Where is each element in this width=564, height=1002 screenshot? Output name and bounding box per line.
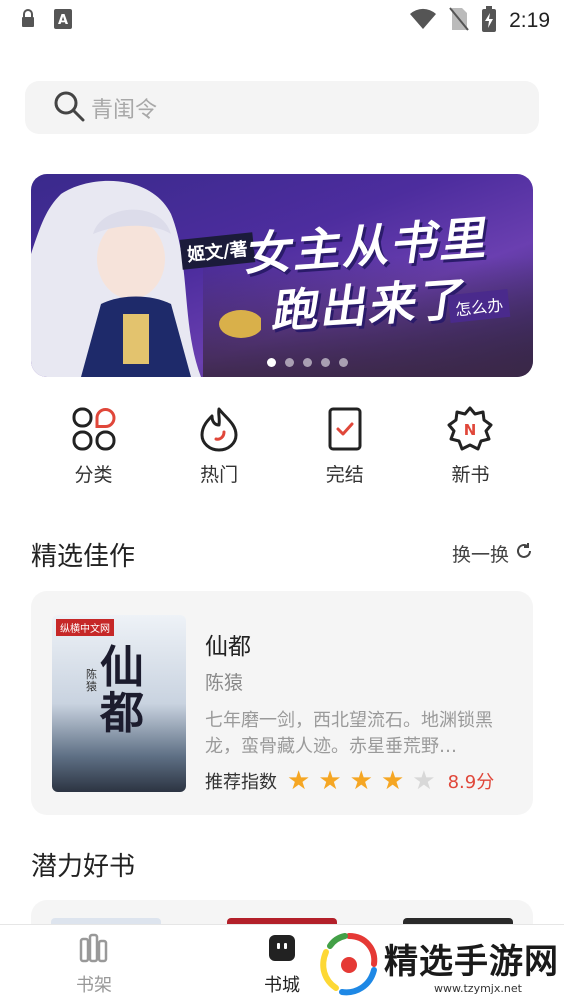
banner-dot[interactable] bbox=[321, 358, 330, 367]
banner-dot[interactable] bbox=[267, 358, 276, 367]
bottom-nav-label: 书城 bbox=[264, 975, 300, 996]
section-title-featured: 精选佳作 bbox=[31, 542, 136, 572]
banner-pagination bbox=[267, 358, 348, 367]
category-icon bbox=[71, 406, 117, 452]
site-watermark: 精选手游网 www.tzymjx.net bbox=[318, 928, 564, 1002]
swap-button[interactable]: 换一换 bbox=[452, 540, 533, 567]
rating-score: 8.9分 bbox=[447, 772, 495, 793]
watermark-logo-icon bbox=[320, 933, 378, 996]
bottom-nav-bookstore[interactable]: 书城 bbox=[242, 933, 322, 997]
cover-author: 陈猿 bbox=[86, 668, 97, 693]
banner-dot[interactable] bbox=[285, 358, 294, 367]
search-input[interactable]: 青闺令 bbox=[25, 81, 539, 134]
flame-icon bbox=[196, 406, 242, 452]
book-cover[interactable]: 纵横中文网 陈猿 仙都 bbox=[52, 615, 186, 792]
battery-charging-icon bbox=[481, 6, 497, 36]
star-filled-icon: ★ bbox=[287, 766, 311, 796]
star-empty-icon: ★ bbox=[412, 766, 436, 796]
search-icon bbox=[53, 90, 85, 126]
lock-notification-icon bbox=[20, 9, 36, 33]
bookshelf-icon bbox=[79, 933, 109, 967]
bookstore-icon bbox=[267, 933, 297, 967]
rating-label: 推荐指数 bbox=[205, 772, 277, 793]
bottom-nav-bookshelf[interactable]: 书架 bbox=[54, 933, 134, 997]
quick-nav-label: 新书 bbox=[451, 464, 490, 486]
bottom-nav-label: 书架 bbox=[76, 975, 112, 996]
banner-character-illustration bbox=[31, 180, 261, 377]
quick-nav-hot[interactable]: 热门 bbox=[157, 406, 282, 492]
refresh-icon bbox=[515, 542, 533, 565]
watermark-url: www.tzymjx.net bbox=[434, 982, 522, 995]
cover-title: 仙都 bbox=[100, 642, 144, 739]
quick-nav-category[interactable]: 分类 bbox=[31, 406, 156, 492]
star-filled-icon: ★ bbox=[380, 766, 405, 796]
star-filled-icon: ★ bbox=[349, 766, 373, 796]
book-author: 陈猿 bbox=[205, 672, 244, 694]
promo-banner[interactable]: 姬文/著 女主从书里 跑出来了 怎么办 bbox=[31, 174, 533, 377]
quick-nav-label: 热门 bbox=[200, 464, 239, 486]
star-rating: ★ ★ ★ ★ ★ bbox=[287, 768, 436, 794]
quick-nav-completed[interactable]: 完结 bbox=[282, 406, 407, 492]
font-notification-icon: A bbox=[54, 9, 72, 33]
rating-row: 推荐指数 ★ ★ ★ ★ ★ 8.9分 bbox=[205, 768, 494, 794]
svg-text:N: N bbox=[464, 421, 477, 439]
cover-publisher: 纵横中文网 bbox=[56, 619, 114, 636]
status-bar: A 2:19 bbox=[0, 0, 564, 38]
book-description: 七年磨一剑，西北望流石。地渊锁黑龙，蛮骨藏人迹。赤星垂荒野… bbox=[205, 710, 493, 757]
banner-dot[interactable] bbox=[303, 358, 312, 367]
star-filled-icon: ★ bbox=[318, 766, 342, 796]
swap-label: 换一换 bbox=[451, 544, 509, 566]
no-sim-icon bbox=[449, 7, 469, 35]
book-title[interactable]: 仙都 bbox=[205, 627, 251, 661]
status-time: 2:19 bbox=[509, 9, 550, 32]
watermark-text: 精选手游网 bbox=[384, 942, 559, 982]
quick-nav-label: 分类 bbox=[74, 464, 113, 486]
wifi-icon bbox=[409, 8, 437, 34]
quick-nav-label: 完结 bbox=[325, 464, 364, 486]
new-badge-icon: N bbox=[447, 406, 493, 452]
quick-nav: 分类 热门 完结 N 新书 bbox=[31, 406, 533, 492]
section-title-potential: 潜力好书 bbox=[31, 852, 136, 882]
quick-nav-new[interactable]: N 新书 bbox=[408, 406, 533, 492]
completed-check-icon bbox=[322, 406, 368, 452]
svg-text:A: A bbox=[58, 13, 68, 28]
banner-dot[interactable] bbox=[339, 358, 348, 367]
search-placeholder: 青闺令 bbox=[91, 97, 158, 123]
